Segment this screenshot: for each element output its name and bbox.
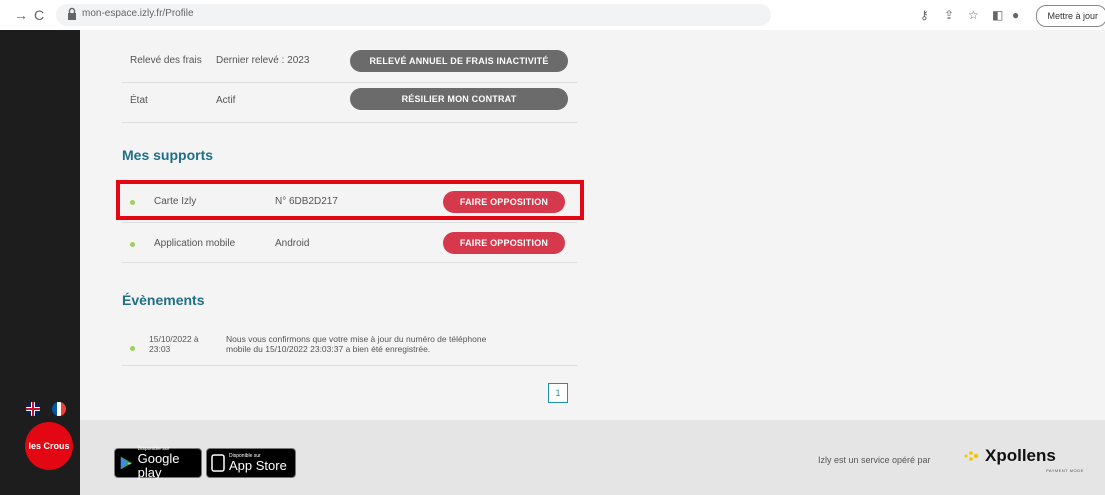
row-value: Dernier relevé : 2023 [216,55,310,66]
row-value: Actif [216,95,236,106]
browser-toolbar: → C mon-espace.izly.fr/Profile ⚷ ⇪ ☆ ◧ ●… [0,0,1105,31]
google-play-badge[interactable]: Disponible sur Google play [114,446,202,480]
row-label: Relevé des frais [130,55,202,66]
google-play-big-text: Google play [137,451,180,480]
pagination-page-button[interactable]: 1 [548,383,568,403]
event-date: 15/10/2022 à [149,334,199,344]
footer: Disponible sur Google play Disponible su… [80,420,1105,495]
event-row: 15/10/2022 à 23:03 Nous vous confirmons … [122,325,577,366]
annual-fees-button[interactable]: RELEVÉ ANNUEL DE FRAIS INACTIVITÉ [350,50,568,72]
main-content: Relevé des frais Dernier relevé : 2023 R… [80,30,1105,420]
support-name: Application mobile [154,238,236,249]
app-store-big-text: App Store [229,458,287,473]
xpollens-subtitle: PAYMENT MODE [1046,468,1084,473]
service-text: Izly est un service opéré par [818,455,931,465]
events-title: Évènements [122,292,205,308]
event-time: 23:03 [149,344,171,354]
xpollens-logo[interactable]: Xpollens [985,446,1056,466]
account-row-fees: Relevé des frais Dernier relevé : 2023 R… [122,42,577,83]
event-message-line2: mobile du 15/10/2022 23:03:37 a bien été… [226,344,431,354]
app-opposition-button[interactable]: FAIRE OPPOSITION [443,232,565,254]
profile-icon[interactable]: ● [1012,6,1019,24]
row-label: État [130,95,148,106]
fr-flag-icon[interactable] [52,402,66,416]
supports-title: Mes supports [122,147,214,163]
crous-logo[interactable]: les Crous [25,422,73,470]
sidebar: les Crous [0,30,80,495]
share-icon[interactable]: ⇪ [944,6,954,24]
sidepanel-icon[interactable]: ◧ [992,6,1003,24]
key-icon[interactable]: ⚷ [920,6,929,24]
support-row-app: Application mobile Android FAIRE OPPOSIT… [122,222,577,263]
google-play-icon [120,456,132,470]
xpollens-sparkle-icon [964,451,979,461]
account-row-status: État Actif RÉSILIER MON CONTRAT [122,82,577,123]
cancel-contract-button[interactable]: RÉSILIER MON CONTRAT [350,88,568,110]
star-icon[interactable]: ☆ [968,6,979,24]
forward-icon[interactable]: → [14,6,28,24]
support-detail: Android [275,238,310,249]
lock-icon [68,7,76,20]
phone-icon [211,454,225,472]
reload-icon[interactable]: C [34,6,44,24]
event-message-line1: Nous vous confirmons que votre mise à jo… [226,334,487,344]
status-dot-icon [130,346,135,351]
highlight-frame [116,180,584,220]
app-store-badge[interactable]: Disponible sur App Store [206,448,296,478]
status-dot-icon [130,242,135,247]
url-text: mon-espace.izly.fr/Profile [82,8,194,19]
update-browser-button[interactable]: Mettre à jour [1036,5,1105,27]
uk-flag-icon[interactable] [26,402,40,416]
